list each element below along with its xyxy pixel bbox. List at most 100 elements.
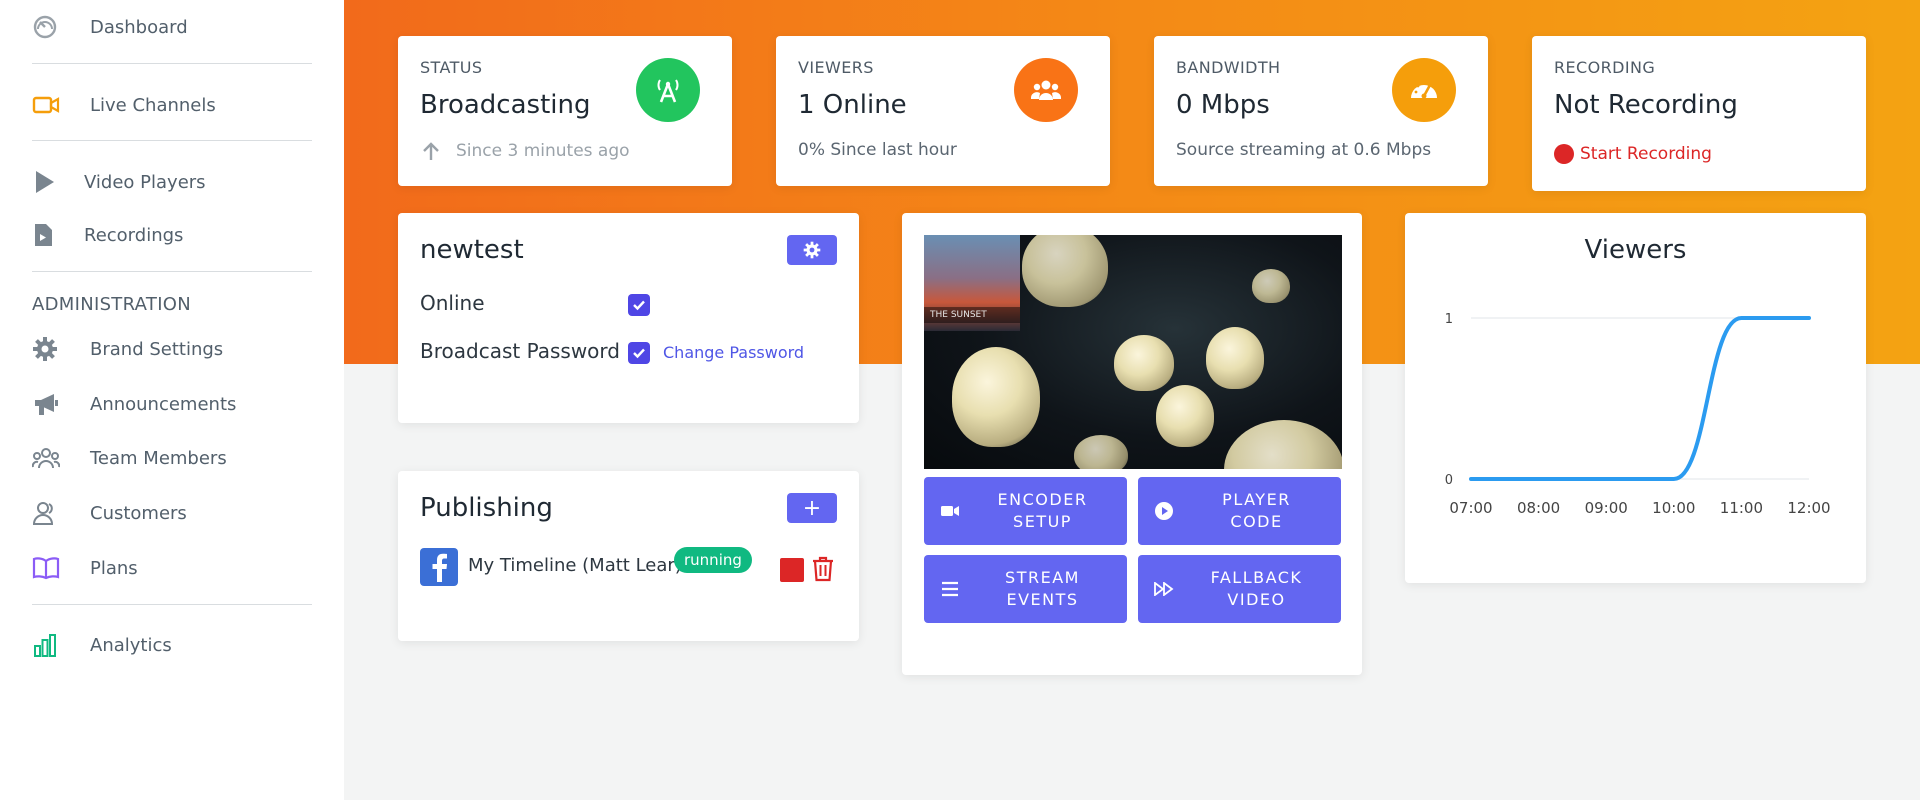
jellyfish (1206, 327, 1264, 389)
button-label: STREAM EVENTS (1005, 568, 1080, 609)
viewers-label: VIEWERS (798, 58, 874, 77)
status-sub: Since 3 minutes ago (420, 140, 630, 162)
status-value: Broadcasting (420, 90, 591, 120)
sidebar-item-brand-settings[interactable]: Brand Settings (32, 334, 223, 364)
sidebar-item-label: Video Players (84, 171, 206, 193)
sidebar-item-label: Analytics (90, 634, 172, 656)
x-tick-label: 12:00 (1787, 499, 1830, 517)
gear-icon (803, 241, 821, 259)
encoder-setup-button[interactable]: ENCODER SETUP (924, 477, 1127, 545)
sidebar-item-announcements[interactable]: Announcements (32, 389, 236, 419)
broadcast-password-label: Broadcast Password (420, 339, 620, 363)
sidebar-item-label: Team Members (90, 447, 227, 469)
camera-icon (924, 504, 976, 518)
sidebar-item-label: Recordings (84, 224, 184, 246)
x-tick-label: 08:00 (1517, 499, 1560, 517)
video-preview[interactable]: THE SUNSET (924, 235, 1342, 469)
start-recording-button[interactable]: Start Recording (1554, 144, 1712, 164)
plus-icon: + (802, 495, 822, 521)
play-circle-icon (1138, 501, 1190, 521)
player-code-button[interactable]: PLAYER CODE (1138, 477, 1341, 545)
change-password-link[interactable]: Change Password (663, 343, 804, 362)
destination-name: My Timeline (Matt Lear) (468, 555, 682, 576)
viewers-card: VIEWERS 1 Online 0% Since last hour (776, 36, 1110, 186)
x-tick-label: 11:00 (1720, 499, 1763, 517)
sidebar-item-recordings[interactable]: Recordings (32, 220, 183, 250)
record-dot-icon (1554, 144, 1574, 164)
y-tick-label: 0 (1445, 473, 1453, 488)
facebook-icon (420, 548, 458, 586)
status-sub-text: Since 3 minutes ago (456, 141, 630, 161)
channel-settings-button[interactable] (787, 235, 837, 265)
x-tick-label: 07:00 (1449, 499, 1492, 517)
status-card: STATUS Broadcasting Since 3 minutes ago (398, 36, 732, 186)
online-label: Online (420, 291, 485, 315)
viewers-value: 1 Online (798, 90, 907, 120)
fallback-video-button[interactable]: FALLBACK VIDEO (1138, 555, 1341, 623)
megaphone-icon (32, 389, 68, 419)
users-icon (1014, 58, 1078, 122)
sidebar-item-video-players[interactable]: Video Players (32, 167, 206, 197)
bar-chart-icon (32, 630, 68, 660)
viewers-chart-card: Viewers 0 1 07:00 08:00 09:00 10:00 11:00 12:00 (1405, 213, 1866, 583)
file-icon (32, 220, 68, 250)
recording-label: RECORDING (1554, 58, 1656, 77)
viewers-chart: 0 1 07:00 08:00 09:00 10:00 11:00 12:00 (1445, 312, 1831, 517)
jellyfish (1074, 435, 1128, 469)
delete-button[interactable] (812, 556, 836, 582)
divider (32, 271, 312, 272)
sidebar-item-label: Customers (90, 502, 187, 524)
bandwidth-value: 0 Mbps (1176, 90, 1270, 120)
play-icon (32, 167, 68, 197)
stream-events-button[interactable]: STREAM EVENTS (924, 555, 1127, 623)
recording-card: RECORDING Not Recording Start Recording (1532, 36, 1866, 191)
button-label: ENCODER SETUP (997, 490, 1088, 531)
sidebar-item-label: Announcements (90, 393, 237, 415)
book-icon (32, 553, 68, 583)
sidebar-item-customers[interactable]: Customers (32, 498, 187, 528)
video-camera-icon (32, 90, 68, 120)
recording-value: Not Recording (1554, 90, 1738, 120)
sidebar-item-live-channels[interactable]: Live Channels (32, 90, 216, 120)
jellyfish (1224, 420, 1342, 469)
picture-in-picture-overlay: THE SUNSET (924, 235, 1020, 331)
add-destination-button[interactable]: + (787, 493, 837, 523)
section-heading-administration: ADMINISTRATION (32, 294, 192, 315)
status-badge: running (674, 547, 752, 573)
button-label: FALLBACK VIDEO (1210, 568, 1303, 609)
sidebar-item-label: Plans (90, 557, 138, 579)
sidebar: Dashboard Live Channels Video Players Re… (0, 0, 344, 800)
gear-icon (32, 334, 68, 364)
broadcast-password-checkbox[interactable] (628, 342, 650, 364)
sidebar-item-analytics[interactable]: Analytics (32, 630, 172, 660)
y-tick-label: 1 (1445, 312, 1453, 327)
team-icon (32, 443, 68, 473)
bandwidth-card: BANDWIDTH 0 Mbps Source streaming at 0.6… (1154, 36, 1488, 186)
fast-forward-icon (1138, 582, 1190, 596)
overlay-label: THE SUNSET (924, 307, 1020, 323)
check-icon (633, 300, 645, 311)
bandwidth-sub: Source streaming at 0.6 Mbps (1176, 140, 1432, 160)
broadcast-icon (636, 58, 700, 122)
jellyfish (1114, 335, 1174, 391)
sidebar-item-dashboard[interactable]: Dashboard (32, 12, 188, 42)
jellyfish (1156, 385, 1214, 447)
sidebar-item-label: Dashboard (90, 16, 188, 38)
jellyfish (1022, 235, 1108, 307)
divider (32, 604, 312, 605)
arrow-up-icon (423, 142, 439, 160)
online-checkbox[interactable] (628, 294, 650, 316)
stop-button[interactable] (780, 558, 804, 582)
list-icon (924, 581, 976, 597)
users-icon (32, 498, 68, 528)
x-tick-label: 10:00 (1652, 499, 1695, 517)
sidebar-item-label: Live Channels (90, 94, 216, 116)
sidebar-item-team-members[interactable]: Team Members (32, 443, 227, 473)
jellyfish (1252, 269, 1290, 303)
status-label: STATUS (420, 58, 483, 77)
speedometer-icon (1392, 58, 1456, 122)
channel-card: newtest Online Broadcast Password Change… (398, 213, 859, 423)
sidebar-item-plans[interactable]: Plans (32, 553, 138, 583)
video-card: THE SUNSET ENCODER SETUP PLAYER CODE STR… (902, 213, 1362, 675)
divider (32, 140, 312, 141)
